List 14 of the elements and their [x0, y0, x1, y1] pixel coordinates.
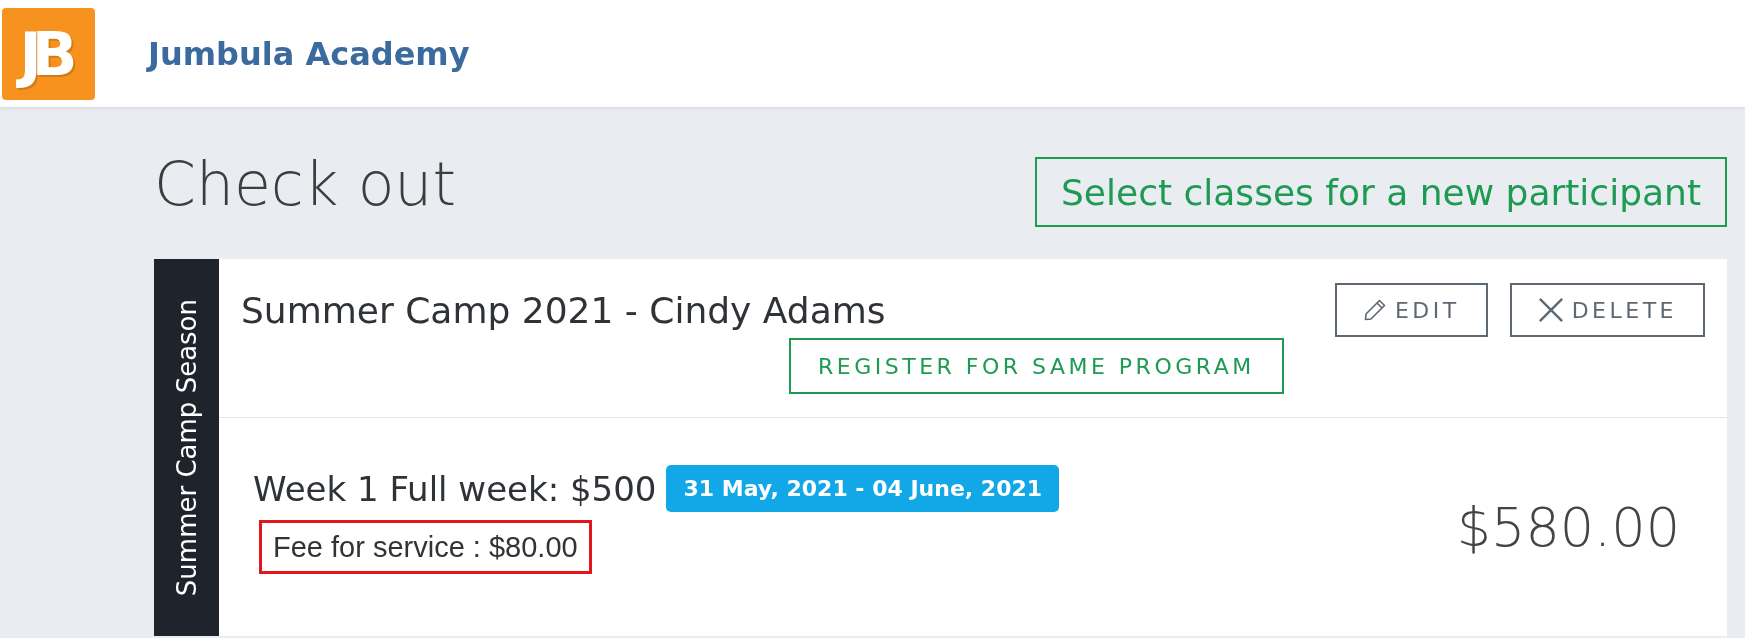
- total-price: $580.00: [1456, 495, 1680, 559]
- edit-button[interactable]: EDIT: [1334, 283, 1488, 337]
- pencil-icon: [1362, 298, 1387, 322]
- close-icon: [1537, 297, 1564, 323]
- season-label: Summer Camp Season: [171, 298, 202, 597]
- date-range-badge: 31 May, 2021 - 04 June, 2021: [666, 465, 1060, 512]
- new-participant-button[interactable]: Select classes for a new participant: [1035, 157, 1727, 227]
- page-title: Check out: [154, 149, 456, 219]
- class-name: Week 1 Full week: $500: [253, 468, 657, 509]
- register-same-program-button[interactable]: REGISTER FOR SAME PROGRAM: [789, 338, 1284, 394]
- academy-name[interactable]: Jumbula Academy: [148, 34, 470, 73]
- item-title: Summer Camp 2021 - Cindy Adams: [241, 289, 886, 331]
- delete-button[interactable]: DELETE: [1509, 283, 1705, 337]
- service-fee-text: Fee for service : $80.00: [259, 520, 592, 574]
